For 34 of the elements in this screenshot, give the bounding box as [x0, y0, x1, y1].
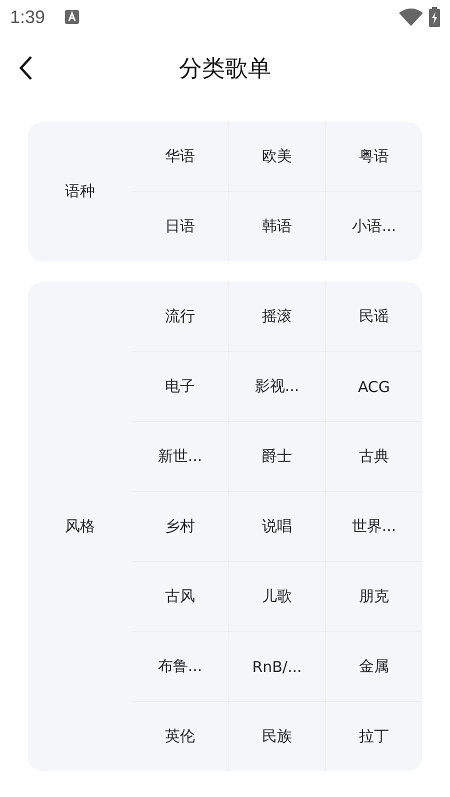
tag-item[interactable]: 古风	[132, 562, 228, 631]
wifi-icon	[399, 8, 423, 26]
tag-item[interactable]: 新世...	[132, 422, 228, 491]
tag-item[interactable]: 影视...	[229, 352, 325, 421]
tag-item[interactable]: 民谣	[326, 282, 422, 351]
tag-item[interactable]: 布鲁...	[132, 632, 228, 701]
tag-item[interactable]: 说唱	[229, 492, 325, 561]
tag-item[interactable]: 民族	[229, 702, 325, 771]
tag-item[interactable]: 古典	[326, 422, 422, 491]
tag-item[interactable]: ACG	[326, 352, 422, 421]
category-label: 风格	[64, 517, 96, 536]
page-title: 分类歌单	[179, 54, 271, 84]
tag-item[interactable]: 日语	[132, 192, 228, 261]
battery-icon	[429, 7, 440, 27]
tag-item[interactable]: 欧美	[229, 122, 325, 191]
tag-item[interactable]: RnB/...	[229, 632, 325, 701]
notification-icon	[65, 10, 80, 24]
tag-item[interactable]: 小语...	[326, 192, 422, 261]
category-label: 语种	[64, 182, 96, 201]
tag-item[interactable]: 拉丁	[326, 702, 422, 771]
tag-item[interactable]: 英伦	[132, 702, 228, 771]
tag-item[interactable]: 金属	[326, 632, 422, 701]
tag-item[interactable]: 流行	[132, 282, 228, 351]
tag-item[interactable]: 韩语	[229, 192, 325, 261]
tag-item[interactable]: 爵士	[229, 422, 325, 491]
tag-item[interactable]: 电子	[132, 352, 228, 421]
tag-item[interactable]: 儿歌	[229, 562, 325, 631]
status-time: 1:39	[10, 6, 46, 28]
tag-item[interactable]: 乡村	[132, 492, 228, 561]
tag-item[interactable]: 华语	[132, 122, 228, 191]
tag-item[interactable]: 粤语	[326, 122, 422, 191]
tag-item[interactable]: 世界...	[326, 492, 422, 561]
tag-item[interactable]: 朋克	[326, 562, 422, 631]
tag-item[interactable]: 摇滚	[229, 282, 325, 351]
